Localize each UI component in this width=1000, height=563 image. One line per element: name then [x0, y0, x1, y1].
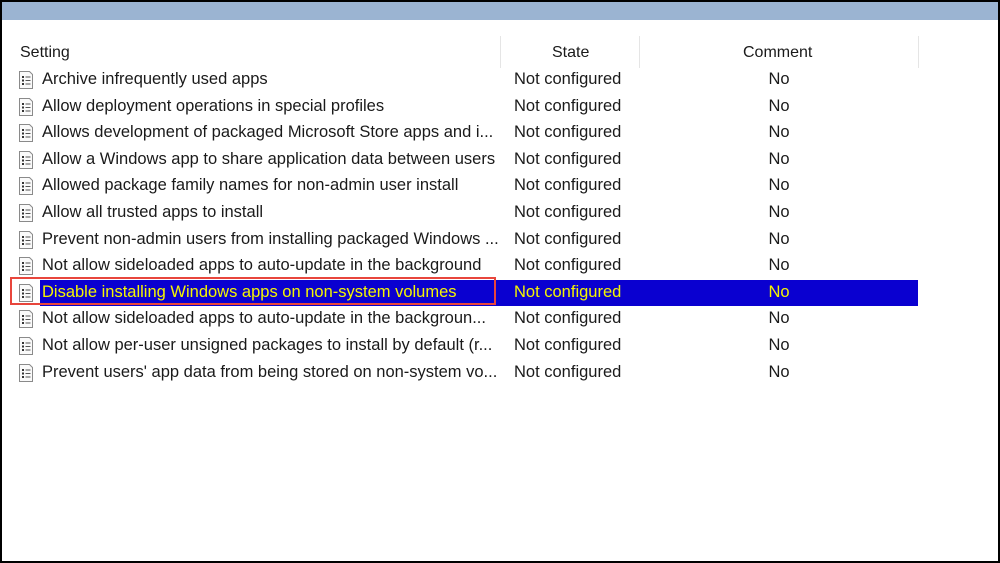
table-row[interactable]: Allows development of packaged Microsoft… — [2, 120, 998, 146]
table-row[interactable]: Allow all trusted apps to install Not con… — [2, 200, 998, 226]
table-row[interactable]: Prevent users' app data from being store… — [2, 360, 998, 386]
policy-setting-icon — [18, 230, 34, 249]
setting-comment: No — [768, 309, 790, 328]
policy-setting-icon — [18, 97, 34, 116]
setting-comment: No — [768, 229, 790, 248]
policy-setting-icon — [18, 124, 34, 143]
setting-name: Not allow per-user unsigned packages to … — [42, 336, 493, 354]
setting-comment: No — [768, 70, 790, 88]
setting-state: Not configured — [514, 256, 622, 275]
setting-name: Prevent non-admin users from installing … — [42, 229, 499, 248]
policy-setting-icon — [18, 337, 34, 355]
setting-state: Not configured — [514, 309, 622, 328]
table-row-selected[interactable]: Disable installing Windows apps on non-s… — [2, 276, 998, 306]
setting-name: Allow all trusted apps to install — [42, 203, 264, 221]
table-row[interactable]: Archive infrequently used apps Not config… — [2, 67, 998, 93]
setting-name: Prevent users' app data from being store… — [42, 362, 498, 381]
policy-setting-icon — [18, 71, 34, 89]
annotation-highlight-box — [10, 276, 496, 305]
table-row[interactable]: Prevent non-admin users from installing … — [2, 227, 998, 253]
setting-comment: No — [768, 256, 790, 275]
setting-name: Allows development of packaged Microsoft… — [42, 123, 494, 142]
column-header-state[interactable]: State — [552, 44, 589, 62]
policy-setting-icon — [18, 310, 34, 329]
setting-state: Not configured — [514, 336, 622, 354]
setting-comment: No — [768, 362, 790, 381]
setting-name: Not allow sideloaded apps to auto-update… — [42, 309, 486, 328]
setting-name: Archive infrequently used apps — [42, 70, 268, 88]
column-divider[interactable] — [918, 36, 919, 68]
setting-state: Not configured — [514, 123, 622, 142]
setting-state: Not configured — [514, 362, 622, 381]
setting-comment: No — [768, 123, 790, 142]
table-row[interactable]: Not allow per-user unsigned packages to … — [2, 333, 998, 359]
policy-setting-icon — [18, 257, 34, 276]
setting-name: Allow deployment operations in special p… — [42, 96, 385, 115]
policy-setting-icon — [18, 363, 34, 382]
setting-comment: No — [768, 149, 790, 168]
title-band — [2, 2, 998, 20]
policy-settings-window: Setting State Comment Archive infrequent… — [2, 2, 998, 561]
setting-state: Not configured — [514, 282, 622, 301]
column-divider[interactable] — [639, 36, 640, 68]
table-row[interactable]: Not allow sideloaded apps to auto-update… — [2, 306, 998, 332]
setting-comment: No — [768, 282, 790, 301]
setting-comment: No — [768, 336, 790, 354]
setting-state: Not configured — [514, 203, 622, 221]
column-divider[interactable] — [500, 36, 501, 68]
policy-setting-icon — [18, 177, 34, 196]
setting-state: Not configured — [514, 229, 622, 248]
setting-state: Not configured — [514, 96, 622, 115]
table-row[interactable]: Allowed package family names for non-adm… — [2, 173, 998, 199]
policy-setting-icon — [18, 150, 34, 169]
setting-state: Not configured — [514, 149, 622, 168]
setting-comment: No — [768, 96, 790, 115]
setting-name: Allowed package family names for non-adm… — [42, 176, 459, 195]
table-row[interactable]: Allow deployment operations in special p… — [2, 94, 998, 120]
setting-name: Allow a Windows app to share application… — [42, 149, 496, 168]
setting-comment: No — [768, 203, 790, 221]
setting-state: Not configured — [514, 70, 622, 88]
policy-setting-icon — [18, 204, 34, 222]
setting-comment: No — [768, 176, 790, 195]
table-row[interactable]: Allow a Windows app to share application… — [2, 147, 998, 173]
setting-name: Not allow sideloaded apps to auto-update… — [42, 256, 482, 275]
table-row[interactable]: Not allow sideloaded apps to auto-update… — [2, 253, 998, 279]
setting-state: Not configured — [514, 176, 622, 195]
column-header-comment[interactable]: Comment — [743, 44, 812, 62]
column-header-setting[interactable]: Setting — [20, 44, 70, 62]
